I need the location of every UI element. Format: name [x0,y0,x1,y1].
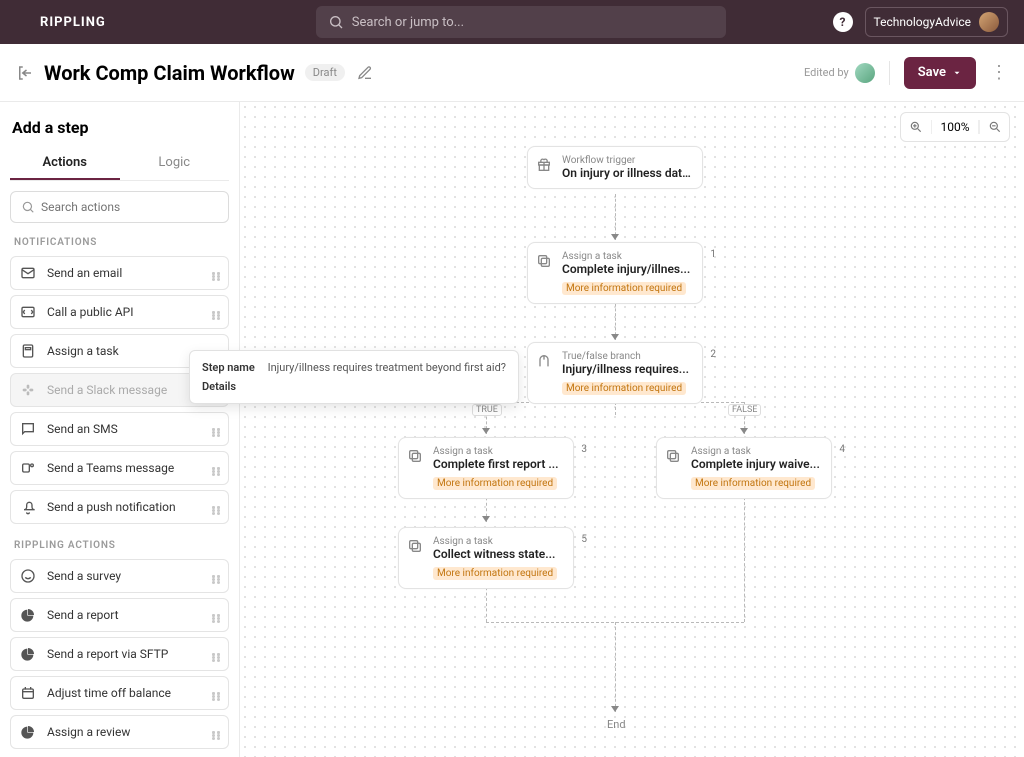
panel-search-input[interactable] [41,200,218,214]
tab-actions[interactable]: Actions [10,147,120,180]
action-send-push[interactable]: Send a push notification [10,490,229,524]
action-send-survey[interactable]: Send a survey [10,559,229,593]
action-send-sms[interactable]: Send an SMS [10,412,229,446]
zoom-in-button[interactable] [901,120,931,134]
search-icon [328,14,344,30]
branch-label-true: TRUE [472,404,502,416]
pie-icon [19,723,37,741]
org-name: TechnologyAdvice [874,15,971,29]
panel-tabs: Actions Logic [10,147,229,181]
global-search-input[interactable] [352,15,714,30]
action-send-report-sftp[interactable]: Send a report via SFTP [10,637,229,671]
drag-handle[interactable] [212,575,220,578]
arrow-down-icon [740,428,748,434]
panel-title: Add a step [12,118,227,137]
sms-icon [19,420,37,438]
topbar: RIPPLING ? TechnologyAdvice [0,0,1024,44]
node-task-5[interactable]: 5 Assign a task Collect witness state...… [398,527,574,589]
save-button[interactable]: Save [904,57,976,89]
panel-search[interactable] [10,191,229,223]
search-icon [21,200,35,214]
zoom-level: 100% [931,120,979,134]
logo[interactable]: RIPPLING [16,13,106,31]
teams-icon [19,459,37,477]
gift-icon [536,157,554,175]
node-branch[interactable]: 2 True/false branch Injury/illness requi… [527,342,703,404]
arrow-down-icon [611,706,619,712]
more-menu[interactable]: ⋮ [990,62,1008,83]
org-switcher[interactable]: TechnologyAdvice [865,7,1008,37]
help-button[interactable]: ? [833,12,853,32]
workflow-canvas[interactable]: 100% TRUE FALSE Workflow trigger On inju… [240,102,1024,757]
page-header: Work Comp Claim Workflow Draft Edited by… [0,44,1024,102]
node-task-3[interactable]: 3 Assign a task Complete first report ..… [398,437,574,499]
balance-icon [19,684,37,702]
pie-icon [19,645,37,663]
step-tooltip: Step nameInjury/illness requires treatme… [189,350,519,404]
drag-handle[interactable] [212,614,220,617]
group-header: RIPPLING ACTIONS [14,540,225,551]
pie-icon [19,606,37,624]
copy-icon [407,538,425,556]
branch-label-false: FALSE [728,404,761,416]
arrow-down-icon [611,234,619,240]
action-assign-review[interactable]: Assign a review [10,715,229,749]
arrow-down-icon [482,516,490,522]
page-title: Work Comp Claim Workflow [44,61,295,85]
drag-handle[interactable] [212,311,220,314]
edge [615,622,616,712]
drag-handle[interactable] [212,506,220,509]
copy-icon [407,448,425,466]
branch-icon [536,353,554,371]
mail-icon [19,264,37,282]
drag-handle[interactable] [212,272,220,275]
copy-icon [536,253,554,271]
edge [744,492,745,622]
smile-icon [19,567,37,585]
group-header: NOTIFICATIONS [14,237,225,248]
brand-text: RIPPLING [40,15,106,30]
action-send-teams[interactable]: Send a Teams message [10,451,229,485]
editor-avatar [855,63,875,83]
bell-icon [19,498,37,516]
drag-handle[interactable] [212,731,220,734]
end-label: End [607,718,626,731]
copy-icon [665,448,683,466]
task-icon [19,342,37,360]
action-call-api[interactable]: Call a public API [10,295,229,329]
action-send-report[interactable]: Send a report [10,598,229,632]
drag-handle[interactable] [212,428,220,431]
status-badge: Draft [305,64,345,81]
tab-logic[interactable]: Logic [120,147,230,180]
edit-title-icon[interactable] [357,65,373,81]
zoom-out-button[interactable] [979,120,1009,134]
api-icon [19,303,37,321]
user-avatar [979,12,999,32]
step-panel: Add a step Actions Logic NOTIFICATIONS S… [0,102,240,757]
action-adjust-timeoff[interactable]: Adjust time off balance [10,676,229,710]
node-task-1[interactable]: 1 Assign a task Complete injury/illnes..… [527,242,703,304]
node-trigger[interactable]: Workflow trigger On injury or illness da… [527,146,703,189]
arrow-down-icon [611,334,619,340]
zoom-controls: 100% [900,112,1010,142]
chevron-down-icon [952,68,962,78]
action-send-email[interactable]: Send an email [10,256,229,290]
divider [889,61,890,85]
slack-icon [19,381,37,399]
drag-handle[interactable] [212,467,220,470]
drag-handle[interactable] [212,653,220,656]
node-task-4[interactable]: 4 Assign a task Complete injury waive...… [656,437,832,499]
global-search[interactable] [316,6,726,38]
edited-by: Edited by [804,63,875,83]
arrow-down-icon [482,428,490,434]
back-icon[interactable] [16,64,34,82]
drag-handle[interactable] [212,692,220,695]
